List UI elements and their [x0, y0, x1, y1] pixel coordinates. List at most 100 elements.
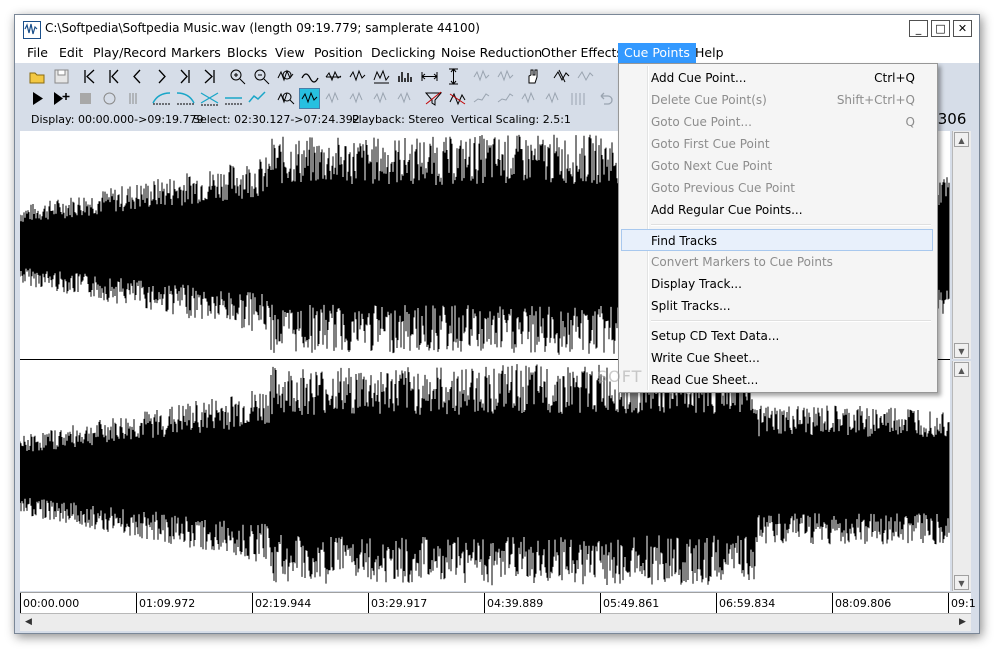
- menu-cue-points[interactable]: Cue Points: [618, 43, 696, 63]
- menu-position[interactable]: Position: [308, 43, 369, 63]
- menu-help[interactable]: Help: [689, 43, 730, 63]
- normalize-icon[interactable]: [247, 88, 268, 109]
- cue-points-menu: Add Cue Point... Ctrl+Q Delete Cue Point(…: [618, 63, 938, 393]
- maximize-button[interactable]: □: [931, 20, 950, 37]
- menu-declicking[interactable]: Declicking: [365, 43, 442, 63]
- menu-item-goto-next-cue-point[interactable]: Goto Next Cue Point: [621, 155, 933, 177]
- ruler-tick: 04:39.889: [484, 593, 543, 613]
- menu-separator: [651, 224, 931, 226]
- wave-view-4-icon[interactable]: [371, 66, 392, 87]
- scroll-up-arrow-icon[interactable]: ▲: [954, 362, 969, 377]
- scroll-down-arrow-icon[interactable]: ▼: [954, 343, 969, 358]
- vertical-fit-icon[interactable]: [443, 66, 464, 87]
- scroll-up-arrow-icon[interactable]: ▲: [954, 132, 969, 147]
- ruler-tick: 09:1: [948, 593, 976, 613]
- menu-item-write-cue-sheet[interactable]: Write Cue Sheet...: [621, 347, 933, 369]
- filter-icon[interactable]: [423, 88, 444, 109]
- ruler-label: 08:09.806: [835, 597, 892, 610]
- wave-view-2-icon[interactable]: [323, 66, 344, 87]
- menu-file[interactable]: File: [21, 43, 54, 63]
- zoom-wave-icon[interactable]: [275, 88, 296, 109]
- record-icon[interactable]: [99, 88, 120, 109]
- horizontal-scrollbar[interactable]: ◀ ▶: [20, 613, 971, 631]
- menu-item-delete-cue-points[interactable]: Delete Cue Point(s) Shift+Ctrl+Q: [621, 89, 933, 111]
- wave-view-icon[interactable]: [299, 66, 320, 87]
- ruler-label: 05:49.861: [603, 597, 660, 610]
- menu-bar: File Edit Play/Record Markers Blocks Vie…: [15, 43, 979, 63]
- display-range-text: Display: 00:00.000->09:19.779: [31, 113, 204, 126]
- menu-markers[interactable]: Markers: [165, 43, 227, 63]
- menu-item-shortcut: Q: [905, 115, 915, 129]
- disabled-wave-9-icon: [495, 88, 516, 109]
- undo-icon[interactable]: [595, 88, 616, 109]
- menu-item-add-regular-cue-points[interactable]: Add Regular Cue Points...: [621, 199, 933, 221]
- disabled-wave-3-icon: [575, 66, 596, 87]
- menu-item-label: Add Cue Point...: [651, 71, 747, 85]
- play-from-icon[interactable]: [51, 88, 72, 109]
- vertical-scrollbar-bottom[interactable]: ▲ ▼: [952, 361, 971, 591]
- menu-item-add-cue-point[interactable]: Add Cue Point... Ctrl+Q: [621, 67, 933, 89]
- menu-item-goto-previous-cue-point[interactable]: Goto Previous Cue Point: [621, 177, 933, 199]
- menu-item-label: Goto Cue Point...: [651, 115, 752, 129]
- fade-in-icon[interactable]: [151, 88, 172, 109]
- menu-item-read-cue-sheet[interactable]: Read Cue Sheet...: [621, 369, 933, 391]
- menu-item-convert-markers[interactable]: Convert Markers to Cue Points: [621, 251, 933, 273]
- minimize-button[interactable]: _: [909, 20, 928, 37]
- hand-icon[interactable]: [523, 66, 544, 87]
- silence-icon[interactable]: [223, 88, 244, 109]
- toolbar-row-2: [23, 87, 623, 110]
- spectrum-icon[interactable]: [395, 66, 416, 87]
- position-readout: .306: [933, 110, 967, 128]
- goto-start-icon[interactable]: [79, 66, 100, 87]
- scroll-right-arrow-icon[interactable]: ▶: [955, 615, 970, 630]
- next-marker-icon[interactable]: [175, 66, 196, 87]
- horizontal-fit-icon[interactable]: [419, 66, 440, 87]
- menu-item-goto-first-cue-point[interactable]: Goto First Cue Point: [621, 133, 933, 155]
- menu-other-effects[interactable]: Other Effects: [535, 43, 629, 63]
- menu-item-goto-cue-point[interactable]: Goto Cue Point... Q: [621, 111, 933, 133]
- menu-edit[interactable]: Edit: [53, 43, 89, 63]
- save-icon[interactable]: [51, 66, 72, 87]
- play-icon[interactable]: [27, 88, 48, 109]
- step-forward-icon[interactable]: [151, 66, 172, 87]
- menu-noise-reduction[interactable]: Noise Reduction: [435, 43, 548, 63]
- pause-icon[interactable]: [123, 88, 144, 109]
- eq-icon[interactable]: [447, 88, 468, 109]
- goto-end-icon[interactable]: [199, 66, 220, 87]
- disabled-wave-6-icon: [371, 88, 392, 109]
- stop-icon[interactable]: [75, 88, 96, 109]
- wave-view-3-icon[interactable]: [347, 66, 368, 87]
- zoom-out-icon[interactable]: [251, 66, 272, 87]
- menu-item-label: Convert Markers to Cue Points: [651, 255, 833, 269]
- menu-item-setup-cd-text[interactable]: Setup CD Text Data...: [621, 325, 933, 347]
- menu-view[interactable]: View: [269, 43, 311, 63]
- declick-icon[interactable]: [299, 88, 320, 109]
- ruler-tick: 01:09.972: [136, 593, 195, 613]
- menu-item-shortcut: Ctrl+Q: [874, 71, 915, 85]
- close-button[interactable]: ✕: [953, 20, 972, 37]
- menu-item-label: Display Track...: [651, 277, 742, 291]
- window-title: C:\Softpedia\Softpedia Music.wav (length…: [45, 21, 480, 35]
- scroll-left-arrow-icon[interactable]: ◀: [21, 615, 36, 630]
- ruler-tick: 03:29.917: [368, 593, 427, 613]
- menu-item-label: Delete Cue Point(s): [651, 93, 767, 107]
- zoom-selection-icon[interactable]: [275, 66, 296, 87]
- menu-blocks[interactable]: Blocks: [221, 43, 273, 63]
- scroll-down-arrow-icon[interactable]: ▼: [954, 575, 969, 590]
- ruler-label: 03:29.917: [371, 597, 428, 610]
- open-icon[interactable]: [27, 66, 48, 87]
- step-back-icon[interactable]: [127, 66, 148, 87]
- menu-play-record[interactable]: Play/Record: [87, 43, 172, 63]
- vertical-scrollbar-top[interactable]: ▲ ▼: [952, 131, 971, 359]
- menu-item-split-tracks[interactable]: Split Tracks...: [621, 295, 933, 317]
- toolbar-row-1: [23, 65, 623, 88]
- crossfade-icon[interactable]: [199, 88, 220, 109]
- zoom-in-icon[interactable]: [227, 66, 248, 87]
- prev-marker-icon[interactable]: [103, 66, 124, 87]
- waveform-trace: [20, 364, 950, 586]
- menu-item-find-tracks[interactable]: Find Tracks: [621, 229, 933, 251]
- cut-wave-icon[interactable]: [551, 66, 572, 87]
- ruler-tick: 08:09.806: [832, 593, 891, 613]
- menu-item-display-track[interactable]: Display Track...: [621, 273, 933, 295]
- fade-out-icon[interactable]: [175, 88, 196, 109]
